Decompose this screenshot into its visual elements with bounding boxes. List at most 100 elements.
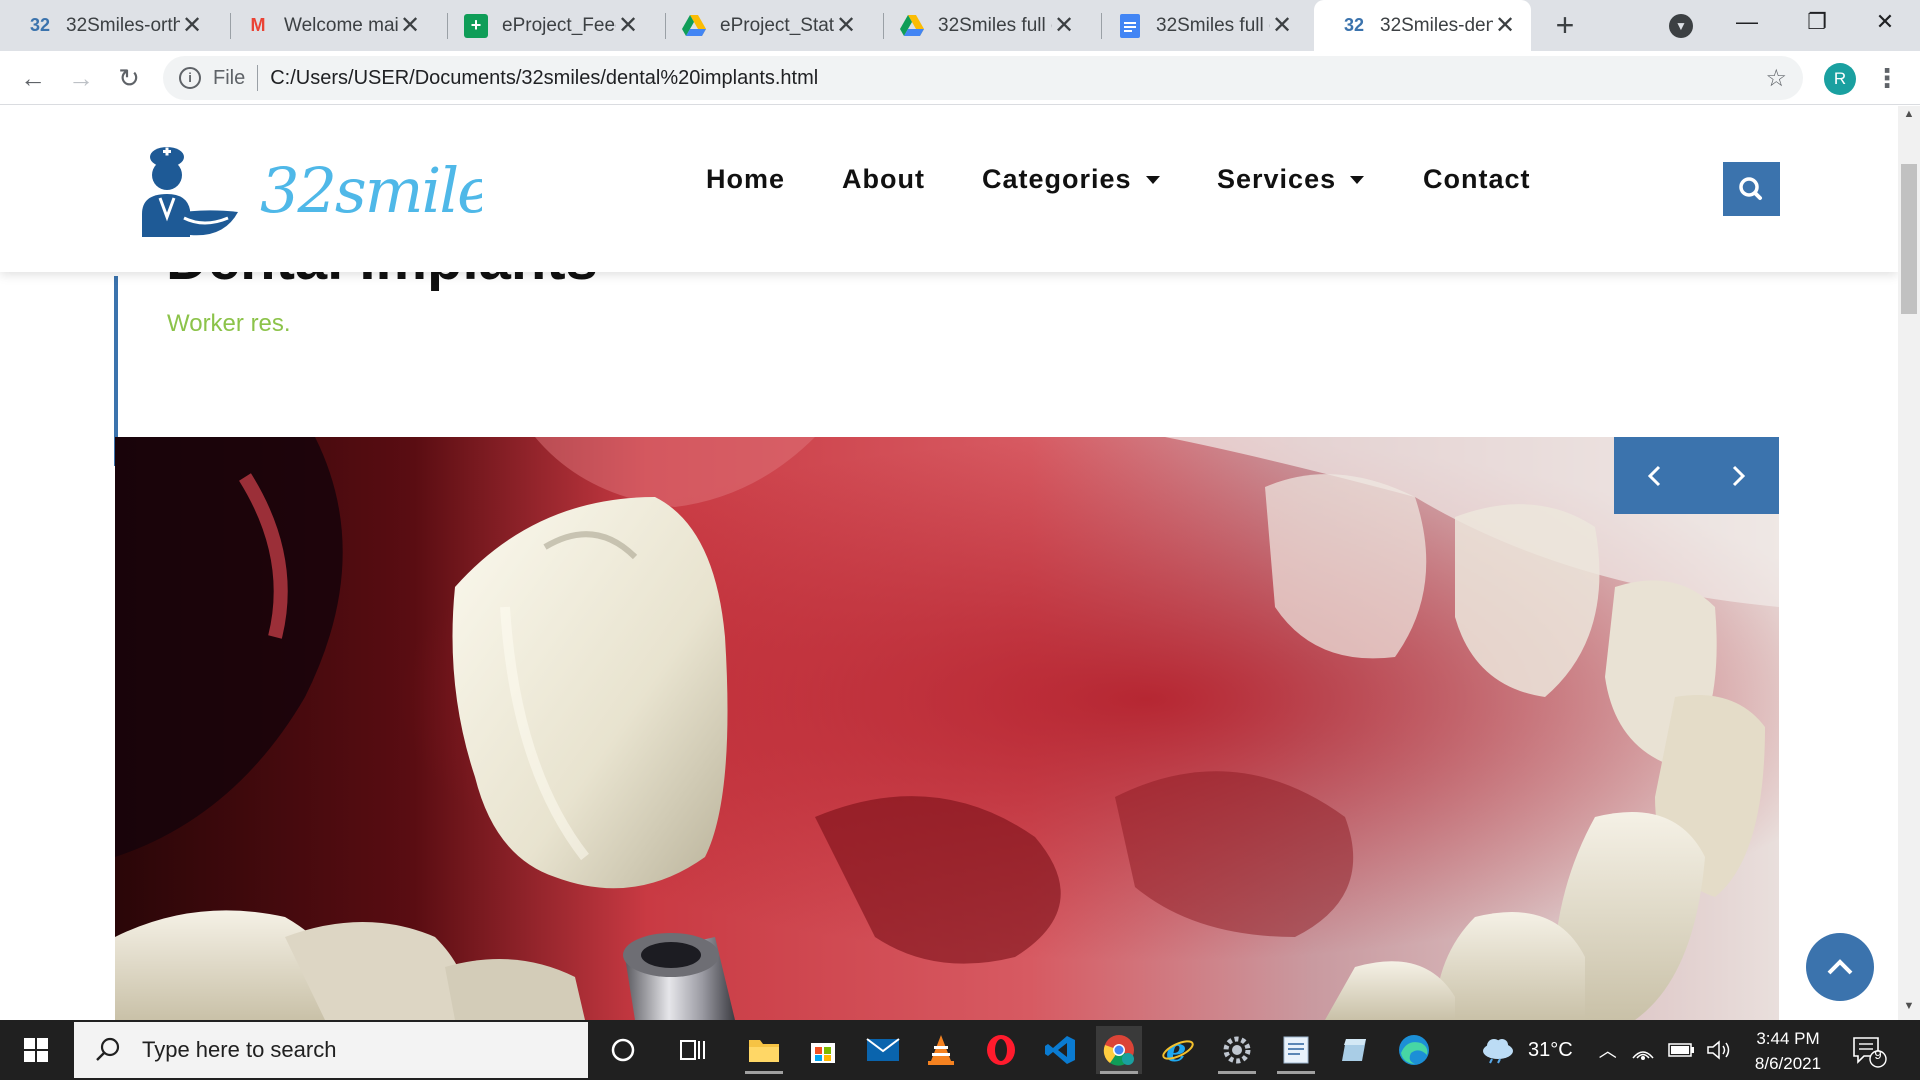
nav-categories[interactable]: Categories xyxy=(982,164,1160,195)
clock-date: 8/6/2021 xyxy=(1754,1054,1822,1073)
profile-avatar[interactable]: R xyxy=(1824,63,1856,95)
taskbar-search-box[interactable]: Type here to search xyxy=(74,1022,588,1078)
windows-taskbar: Type here to search e 31°C ︿ 3:44 PM 8/6… xyxy=(0,1020,1920,1080)
docs-icon xyxy=(1118,13,1142,38)
close-icon[interactable]: ✕ xyxy=(1052,11,1076,40)
tab-title: 32Smiles-orthodontics xyxy=(66,14,180,36)
close-icon[interactable]: ✕ xyxy=(616,11,640,40)
tab-32smiles-full-documentation-drive[interactable]: 32Smiles full documentation ✕ xyxy=(872,0,1090,51)
chevron-down-icon xyxy=(1350,175,1365,184)
nav-home[interactable]: Home xyxy=(706,164,785,195)
drive-icon xyxy=(900,14,924,38)
tab-title: 32Smiles full documentation xyxy=(1156,14,1270,36)
back-to-top-button[interactable] xyxy=(1806,933,1874,1001)
page-scrollbar[interactable]: ▲ ▼ xyxy=(1898,106,1920,1020)
tab-search-icon[interactable]: ▼ xyxy=(1669,14,1693,38)
address-bar[interactable]: i File C:/Users/USER/Documents/32smiles/… xyxy=(163,56,1803,100)
tab-32smiles-dental-implants[interactable]: 32 32Smiles-dental implants ✕ xyxy=(1314,0,1531,51)
store-icon[interactable] xyxy=(800,1026,846,1074)
back-button[interactable]: ← xyxy=(16,61,50,95)
battery-icon[interactable] xyxy=(1667,1039,1697,1061)
restore-button[interactable]: ❐ xyxy=(1782,0,1852,44)
nav-services-label: Services xyxy=(1217,164,1337,194)
close-icon[interactable]: ✕ xyxy=(834,11,858,40)
tab-eproject-status[interactable]: eProject_Status ✕ xyxy=(654,0,872,51)
browser-menu-icon[interactable]: ⋮ xyxy=(1874,63,1900,95)
bookmark-star-icon[interactable]: ☆ xyxy=(1765,64,1787,93)
site-logo[interactable]: 32smiles xyxy=(132,142,524,242)
dental-implant-image xyxy=(115,437,1779,1020)
tab-title: eProject_Feedback xyxy=(502,14,616,36)
drive-icon xyxy=(682,14,706,38)
reload-button[interactable]: ↻ xyxy=(112,61,146,95)
volume-icon[interactable] xyxy=(1705,1038,1733,1062)
nav-categories-label: Categories xyxy=(982,164,1132,194)
start-button[interactable] xyxy=(0,1020,72,1080)
browser-toolbar: ← → ↻ i File C:/Users/USER/Documents/32s… xyxy=(0,51,1920,105)
taskbar-clock[interactable]: 3:44 PM 8/6/2021 xyxy=(1740,1026,1836,1076)
cortana-icon[interactable] xyxy=(600,1026,646,1074)
tab-32smiles-full-documentation-docs[interactable]: 32Smiles full documentation ✕ xyxy=(1090,0,1308,51)
page-subtitle: Worker res. xyxy=(167,310,291,337)
temperature-text[interactable]: 31°C xyxy=(1528,1039,1573,1062)
logo-text: 32smiles xyxy=(260,154,482,227)
close-icon[interactable]: ✕ xyxy=(1270,11,1294,40)
tab-32smiles-orthodontics[interactable]: 32 32Smiles-orthodontics ✕ xyxy=(0,0,218,51)
forward-button[interactable]: → xyxy=(64,61,98,95)
opera-icon[interactable] xyxy=(978,1026,1024,1074)
vlc-icon[interactable] xyxy=(918,1026,964,1074)
chrome-icon[interactable] xyxy=(1096,1026,1142,1074)
settings-icon[interactable] xyxy=(1214,1026,1260,1074)
chevron-up-icon xyxy=(1827,959,1853,975)
nav-contact-label: Contact xyxy=(1423,164,1531,194)
info-icon[interactable]: i xyxy=(179,67,201,89)
hero-image-slider xyxy=(115,437,1779,1020)
chevron-up-icon[interactable]: ︿ xyxy=(1599,1037,1617,1063)
search-icon xyxy=(1739,177,1762,200)
running-indicator xyxy=(1100,1071,1138,1074)
running-indicator xyxy=(1218,1071,1256,1074)
scroll-down-arrow-icon[interactable]: ▼ xyxy=(1898,1000,1920,1018)
close-window-button[interactable]: ✕ xyxy=(1850,0,1920,44)
close-icon[interactable]: ✕ xyxy=(398,11,422,40)
site-header: 32smiles Home About Categories Services … xyxy=(0,106,1898,272)
action-center-button[interactable]: 9 xyxy=(1848,1034,1888,1068)
mail-icon[interactable] xyxy=(860,1026,906,1074)
file-explorer-icon[interactable] xyxy=(741,1026,787,1074)
site-search-button[interactable] xyxy=(1723,162,1780,216)
scroll-thumb[interactable] xyxy=(1901,164,1917,314)
nav-services[interactable]: Services xyxy=(1217,164,1365,195)
new-tab-button[interactable]: + xyxy=(1548,8,1582,42)
slider-prev-button[interactable] xyxy=(1614,437,1696,514)
network-icon[interactable] xyxy=(1629,1038,1657,1062)
taskbar-search-placeholder: Type here to search xyxy=(142,1037,337,1062)
edge-icon[interactable] xyxy=(1391,1026,1437,1074)
clock-time: 3:44 PM xyxy=(1756,1029,1820,1048)
weather-cloud-icon[interactable] xyxy=(1480,1035,1516,1065)
url-text[interactable]: C:/Users/USER/Documents/32smiles/dental%… xyxy=(270,67,818,90)
32smiles-favicon: 32 xyxy=(29,15,51,35)
dentist-logo-icon: 32smiles xyxy=(142,147,524,237)
close-icon[interactable]: ✕ xyxy=(1493,11,1517,40)
search-icon xyxy=(96,1037,120,1061)
tab-welcome-mail[interactable]: M Welcome mail ✕ xyxy=(218,0,436,51)
tab-eproject-feedback[interactable]: + eProject_Feedback ✕ xyxy=(436,0,654,51)
tab-title: 32Smiles full documentation xyxy=(938,14,1052,36)
chevron-left-icon xyxy=(1647,465,1661,486)
notepad-icon[interactable] xyxy=(1273,1026,1319,1074)
ie-icon[interactable]: e xyxy=(1155,1026,1201,1074)
scroll-up-arrow-icon[interactable]: ▲ xyxy=(1898,108,1920,126)
close-icon[interactable]: ✕ xyxy=(180,11,204,40)
nav-about-label: About xyxy=(842,164,925,194)
app-icon[interactable] xyxy=(1332,1026,1378,1074)
task-view-icon[interactable] xyxy=(670,1026,716,1074)
nav-about[interactable]: About xyxy=(842,164,925,195)
vscode-icon[interactable] xyxy=(1037,1026,1083,1074)
nav-contact[interactable]: Contact xyxy=(1423,164,1531,195)
tab-title: 32Smiles-dental implants xyxy=(1380,14,1493,36)
divider xyxy=(257,65,259,91)
page-viewport: Dental Implants Worker res. 32smiles Hom… xyxy=(0,106,1898,1020)
slider-next-button[interactable] xyxy=(1697,437,1779,514)
minimize-button[interactable]: — xyxy=(1712,0,1782,44)
tab-title: eProject_Status xyxy=(720,14,834,36)
